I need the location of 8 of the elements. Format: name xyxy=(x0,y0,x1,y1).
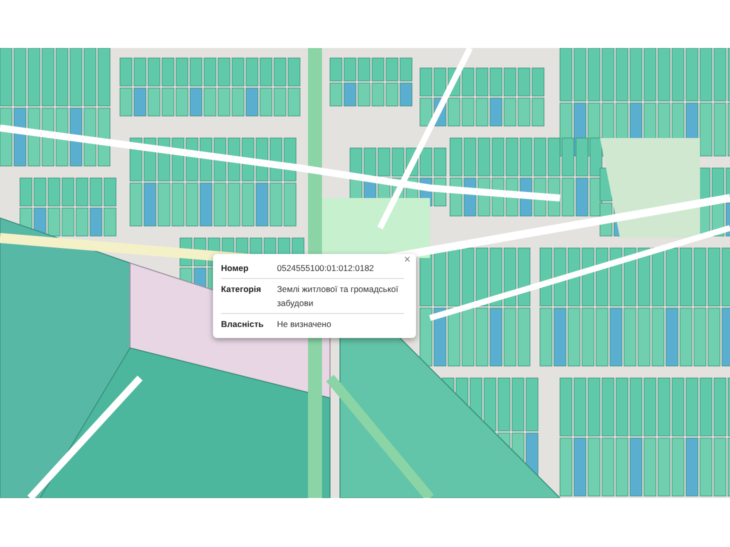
field-value: Землі житлової та громадської забудови xyxy=(277,283,400,310)
field-value: Не визначено xyxy=(277,318,332,331)
map-drawing[interactable] xyxy=(0,48,730,498)
field-label: Номер xyxy=(221,262,250,275)
field-value: 0524555100:01:012:0182 xyxy=(277,262,375,275)
field-label: Категорія xyxy=(221,283,262,296)
field-label: Власність xyxy=(221,318,265,331)
close-button[interactable]: × xyxy=(403,255,411,265)
